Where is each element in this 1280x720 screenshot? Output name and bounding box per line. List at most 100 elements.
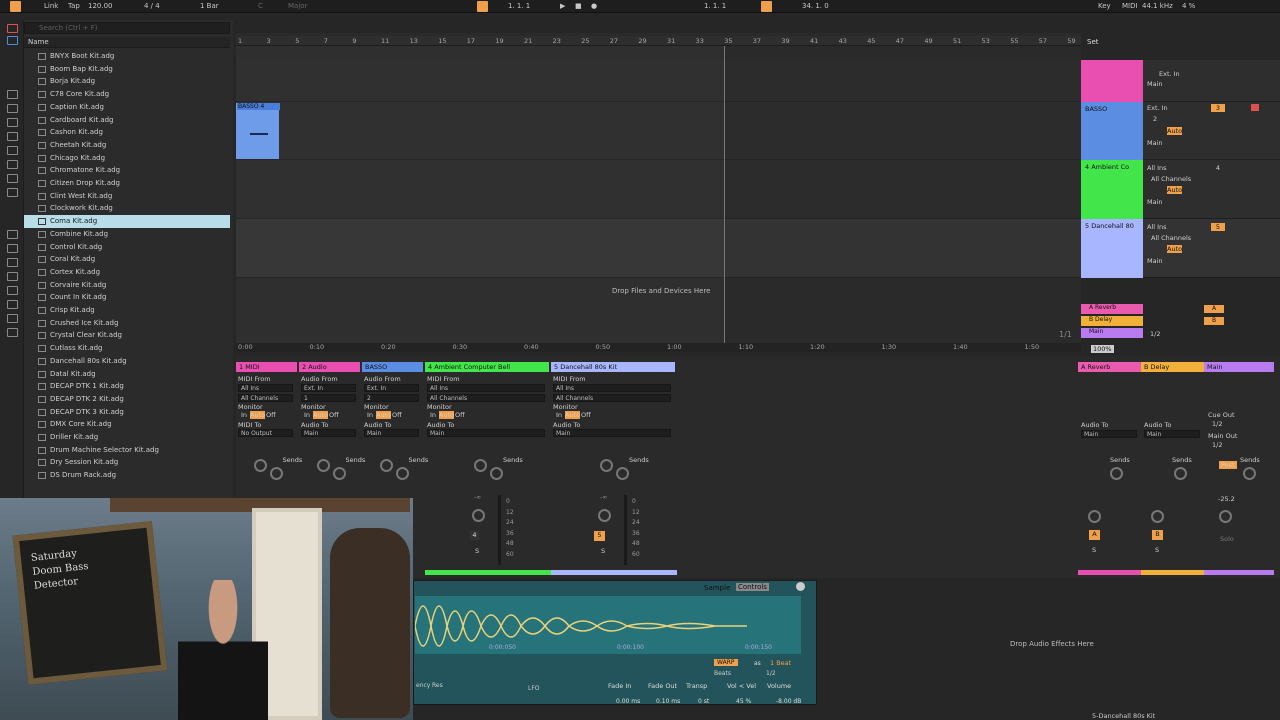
transpose-value[interactable]: 0 st (698, 698, 709, 705)
monitor-off-button[interactable]: Off (266, 411, 276, 419)
mixer-channel-header[interactable]: BASSO (362, 362, 423, 372)
clips-icon[interactable] (7, 146, 18, 155)
channel-output-dest[interactable]: Main (553, 429, 671, 437)
reverb-activator-button[interactable]: A (1089, 530, 1100, 540)
sounds-icon[interactable] (7, 24, 18, 33)
track5-vol-value[interactable]: 5 (594, 531, 605, 541)
browser-item[interactable]: Cashon Kit.adg (24, 126, 230, 139)
reverb-volume-knob[interactable] (1088, 510, 1101, 523)
browser-item[interactable]: Coral Kit.adg (24, 253, 230, 266)
browser-item[interactable]: Corvaire Kit.adg (24, 279, 230, 292)
time-signature[interactable]: 4 / 4 (144, 2, 160, 10)
monitor-in-button[interactable]: In (367, 411, 373, 419)
loop-region[interactable] (236, 46, 725, 343)
browser-item[interactable]: Coma Kit.adg (24, 215, 230, 228)
key-root[interactable]: C (258, 2, 263, 10)
send-b-knob[interactable] (616, 467, 629, 480)
delay-activator-button[interactable]: B (1152, 530, 1163, 540)
channel-input-channel[interactable]: 2 (364, 394, 419, 402)
loop-start-field[interactable]: 1. 1. 1 (704, 2, 726, 10)
browser-item[interactable]: Crisp Kit.adg (24, 304, 230, 317)
browser-item[interactable]: Combine Kit.adg (24, 228, 230, 241)
send-b-knob[interactable] (269, 467, 283, 480)
folder-icon[interactable] (7, 286, 18, 295)
lfo-button[interactable]: LFO (528, 685, 540, 692)
reverb-s-button[interactable]: S (1092, 546, 1096, 554)
dancehall-track-number[interactable]: 5 (1211, 223, 1225, 231)
track-header-ambient[interactable]: 4 Ambient Co (1081, 160, 1143, 219)
volume-readout[interactable]: -∞ (600, 494, 607, 501)
send-b-knob[interactable] (395, 467, 409, 480)
browser-item[interactable]: DECAP DTK 3 Kit.adg (24, 406, 230, 419)
channel-output-dest[interactable]: Main (301, 429, 356, 437)
link-button[interactable]: Link (44, 2, 58, 10)
main-out-value[interactable]: 1/2 (1212, 441, 1222, 449)
monitor-in-button[interactable]: In (430, 411, 436, 419)
browser-item[interactable]: BNYX Boot Kit.adg (24, 50, 230, 63)
folder-icon[interactable] (7, 300, 18, 309)
record-icon[interactable]: ● (591, 2, 597, 10)
folder-icon[interactable] (7, 314, 18, 323)
browser-item[interactable]: Cortex Kit.adg (24, 266, 230, 279)
audio-effects-icon[interactable] (7, 104, 18, 113)
monitor-auto-button[interactable]: Auto (439, 411, 455, 419)
monitor-in-button[interactable]: In (556, 411, 562, 419)
channel-solo-button[interactable]: S (601, 547, 605, 555)
track4-vol-value[interactable]: 4 (470, 531, 479, 540)
dancehall-input[interactable]: All Ins (1147, 223, 1167, 231)
monitor-off-button[interactable]: Off (455, 411, 465, 419)
channel-input-source[interactable]: All Ins (553, 384, 671, 392)
main-volume-knob[interactable] (1219, 510, 1232, 523)
channel-pan-knob[interactable] (472, 509, 485, 522)
audio-clip[interactable]: BASSO 4 (236, 103, 280, 159)
browser-item[interactable]: DMX Core Kit.adg (24, 418, 230, 431)
vol-vel-value[interactable]: 45 % (736, 698, 751, 705)
browser-item[interactable]: Boom Bap Kit.adg (24, 63, 230, 76)
mixer-channel-header[interactable]: 4 Ambient Computer Bell (425, 362, 549, 372)
grid-ratio[interactable]: 1/1 (1059, 330, 1072, 339)
reverb-audio-to[interactable]: Main (1081, 430, 1137, 438)
channel-input-source[interactable]: All Ins (427, 384, 545, 392)
channel-input-channel[interactable]: All Channels (553, 394, 671, 402)
track-header-1[interactable] (1081, 60, 1143, 102)
browser-item[interactable]: Clint West Kit.adg (24, 190, 230, 203)
browser-item[interactable]: Citizen Drop Kit.adg (24, 177, 230, 190)
warp-beats-mode[interactable]: Beats (714, 670, 731, 677)
browser-item[interactable]: DECAP DTK 1 Kit.adg (24, 380, 230, 393)
monitor-auto-button[interactable]: Auto (313, 411, 329, 419)
cue-out-value[interactable]: 1/2 (1212, 420, 1222, 428)
send-a-knob[interactable] (316, 459, 330, 472)
channel-input-channel[interactable]: 1 (301, 394, 356, 402)
monitor-off-button[interactable]: Off (329, 411, 339, 419)
samples-icon[interactable] (7, 160, 18, 169)
browser-item[interactable]: C78 Core Kit.adg (24, 88, 230, 101)
quantize-menu[interactable]: 1 Bar (200, 2, 219, 10)
basso-arm-icon[interactable] (1251, 104, 1259, 111)
main-cue-knob[interactable] (1243, 467, 1256, 480)
send-b-knob[interactable] (332, 467, 346, 480)
browser-item[interactable]: Datal Kit.adg (24, 368, 230, 381)
delay-s-button[interactable]: S (1155, 546, 1159, 554)
fade-in-value[interactable]: 0.00 ms (616, 698, 640, 705)
delay-audio-to[interactable]: Main (1144, 430, 1200, 438)
reverb-send-button[interactable]: A (1204, 305, 1224, 313)
main-solo-button[interactable]: Solo (1220, 535, 1234, 543)
scale-menu[interactable]: Major (288, 2, 307, 10)
browser-item[interactable]: Count In Kit.adg (24, 291, 230, 304)
set-button[interactable]: Set (1087, 38, 1099, 46)
arrangement-position[interactable]: 1. 1. 1 (508, 2, 530, 10)
monitor-auto-button[interactable]: Auto (565, 411, 581, 419)
warp-ratio[interactable]: 1/2 (766, 670, 776, 677)
instruments-icon[interactable] (7, 90, 18, 99)
templates-icon[interactable] (7, 188, 18, 197)
browser-item[interactable]: Chromatone Kit.adg (24, 164, 230, 177)
browser-item[interactable]: Cardboard Kit.adg (24, 114, 230, 127)
browser-item[interactable]: Control Kit.adg (24, 241, 230, 254)
browser-item[interactable]: Cutlass Kit.adg (24, 342, 230, 355)
sample-waveform[interactable]: 0:00:050 0:00:100 0:00:150 (414, 596, 801, 654)
fade-out-value[interactable]: 0.10 ms (656, 698, 680, 705)
folder-icon[interactable] (7, 272, 18, 281)
basso-monitor-auto[interactable]: Auto (1167, 127, 1183, 135)
channel-output-dest[interactable]: No Output (238, 429, 293, 437)
reverb-channel-header[interactable]: A Reverb (1078, 362, 1141, 372)
